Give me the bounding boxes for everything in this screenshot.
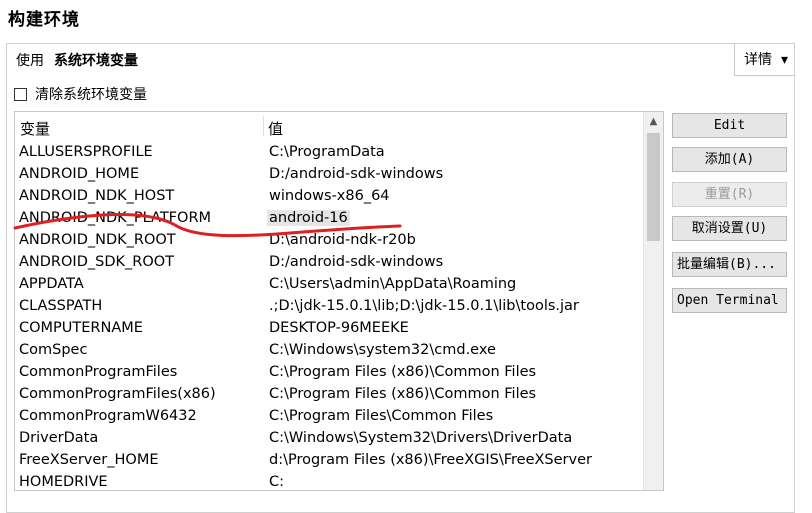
variable-value-cell[interactable]: C: bbox=[269, 474, 284, 490]
variable-value-cell[interactable]: D:/android-sdk-windows bbox=[269, 254, 443, 270]
details-label: 详情 bbox=[744, 52, 772, 68]
variable-name-cell[interactable]: CommonProgramFiles bbox=[19, 364, 177, 380]
table-row[interactable]: CLASSPATH .;D:\jdk-15.0.1\lib;D:\jdk-15.0… bbox=[15, 295, 645, 317]
variable-value-cell[interactable]: windows-x86_64 bbox=[269, 188, 390, 204]
batch-edit-button[interactable]: 批量编辑(B)... bbox=[672, 252, 787, 277]
table-row[interactable]: ANDROID_NDK_PLATFORM android-16 bbox=[15, 207, 645, 229]
variable-name-cell[interactable]: APPDATA bbox=[19, 276, 84, 292]
table-row[interactable]: APPDATA C:\Users\admin\AppData\Roaming bbox=[15, 273, 645, 295]
variable-value-cell[interactable]: C:\Program Files (x86)\Common Files bbox=[269, 386, 536, 402]
variable-name-cell[interactable]: FreeXServer_HOME bbox=[19, 452, 159, 468]
table-body: ALLUSERSPROFILE C:\ProgramData ANDROID_HOM… bbox=[15, 141, 645, 490]
table-row[interactable]: COMPUTERNAME DESKTOP-96MEEKE bbox=[15, 317, 645, 339]
variable-value-cell[interactable]: d:\Program Files (x86)\FreeXGIS\FreeXSer… bbox=[269, 452, 592, 468]
table-row[interactable]: CommonProgramFiles C:\Program Files (x86)… bbox=[15, 361, 645, 383]
variable-value-cell[interactable]: DESKTOP-96MEEKE bbox=[269, 320, 409, 336]
variable-name-cell[interactable]: ANDROID_NDK_HOST bbox=[19, 188, 174, 204]
table-row[interactable]: FreeXServer_HOME d:\Program Files (x86)\F… bbox=[15, 449, 645, 471]
scroll-up-arrow-icon[interactable]: ▲ bbox=[644, 112, 663, 131]
variable-name-cell[interactable]: DriverData bbox=[19, 430, 98, 446]
variable-value-cell[interactable]: C:\Windows\System32\Drivers\DriverData bbox=[269, 430, 572, 446]
reset-button[interactable]: 重置(R) bbox=[672, 182, 787, 207]
table-row[interactable]: HOMEDRIVE C: bbox=[15, 471, 645, 490]
variable-name-cell[interactable]: HOMEDRIVE bbox=[19, 474, 108, 490]
page-title: 构建环境 bbox=[8, 10, 80, 30]
table-row[interactable]: ANDROID_SDK_ROOT D:/android-sdk-windows bbox=[15, 251, 645, 273]
variable-name-cell[interactable]: ANDROID_NDK_PLATFORM bbox=[19, 210, 211, 226]
details-button[interactable]: 详情 ▾ bbox=[734, 44, 794, 76]
clear-env-checkbox[interactable] bbox=[14, 87, 27, 101]
chevron-down-icon: ▾ bbox=[780, 52, 788, 68]
variable-name-cell[interactable]: CommonProgramFiles(x86) bbox=[19, 386, 216, 402]
table-row[interactable]: CommonProgramW6432 C:\Program Files\Commo… bbox=[15, 405, 645, 427]
use-label: 使用 bbox=[16, 53, 44, 69]
variable-name-cell[interactable]: CommonProgramW6432 bbox=[19, 408, 197, 424]
clear-env-option[interactable]: 清除系统环境变量 bbox=[14, 84, 147, 104]
variable-name-cell[interactable]: ANDROID_NDK_ROOT bbox=[19, 232, 176, 248]
variable-name-cell[interactable]: ANDROID_HOME bbox=[19, 166, 139, 182]
variable-name-cell[interactable]: ANDROID_SDK_ROOT bbox=[19, 254, 174, 270]
vertical-scrollbar[interactable]: ▲ bbox=[643, 112, 663, 490]
table-row[interactable]: DriverData C:\Windows\System32\Drivers\Dr… bbox=[15, 427, 645, 449]
table-row[interactable]: ANDROID_NDK_ROOT D:\android-ndk-r20b bbox=[15, 229, 645, 251]
env-variables-table: 变量 值 ALLUSERSPROFILE C:\ProgramData ANDROI… bbox=[14, 111, 664, 491]
variable-value-cell[interactable]: C:\ProgramData bbox=[269, 144, 385, 160]
variable-name-cell[interactable]: CLASSPATH bbox=[19, 298, 102, 314]
variable-name-cell[interactable]: ALLUSERSPROFILE bbox=[19, 144, 153, 160]
variable-value-cell[interactable]: android-16 bbox=[267, 210, 350, 226]
variable-value-cell[interactable]: C:\Windows\system32\cmd.exe bbox=[269, 342, 496, 358]
variable-name-cell[interactable]: ComSpec bbox=[19, 342, 87, 358]
edit-button[interactable]: Edit bbox=[672, 113, 787, 138]
unset-button[interactable]: 取消设置(U) bbox=[672, 216, 787, 241]
variable-value-cell[interactable]: D:/android-sdk-windows bbox=[269, 166, 443, 182]
table-row[interactable]: ANDROID_NDK_HOST windows-x86_64 bbox=[15, 185, 645, 207]
variable-value-cell[interactable]: C:\Users\admin\AppData\Roaming bbox=[269, 276, 516, 292]
column-divider[interactable] bbox=[263, 116, 264, 136]
use-value: 系统环境变量 bbox=[54, 53, 138, 69]
use-environment-row: 使用 系统环境变量 bbox=[16, 50, 138, 70]
column-header-name[interactable]: 变量 bbox=[20, 118, 50, 139]
add-button[interactable]: 添加(A) bbox=[672, 147, 787, 172]
scrollbar-thumb[interactable] bbox=[647, 133, 660, 241]
table-row[interactable]: CommonProgramFiles(x86) C:\Program Files … bbox=[15, 383, 645, 405]
clear-env-label: 清除系统环境变量 bbox=[35, 87, 147, 103]
variable-value-cell[interactable]: D:\android-ndk-r20b bbox=[269, 232, 416, 248]
table-row[interactable]: ALLUSERSPROFILE C:\ProgramData bbox=[15, 141, 645, 163]
table-row[interactable]: ComSpec C:\Windows\system32\cmd.exe bbox=[15, 339, 645, 361]
variable-value-cell[interactable]: C:\Program Files (x86)\Common Files bbox=[269, 364, 536, 380]
column-header-value[interactable]: 值 bbox=[268, 118, 283, 139]
table-header: 变量 值 bbox=[15, 112, 645, 140]
variable-value-cell[interactable]: .;D:\jdk-15.0.1\lib;D:\jdk-15.0.1\lib\to… bbox=[269, 298, 579, 314]
variable-name-cell[interactable]: COMPUTERNAME bbox=[19, 320, 143, 336]
open-terminal-button[interactable]: Open Terminal bbox=[672, 288, 787, 313]
table-row[interactable]: ANDROID_HOME D:/android-sdk-windows bbox=[15, 163, 645, 185]
variable-value-cell[interactable]: C:\Program Files\Common Files bbox=[269, 408, 493, 424]
